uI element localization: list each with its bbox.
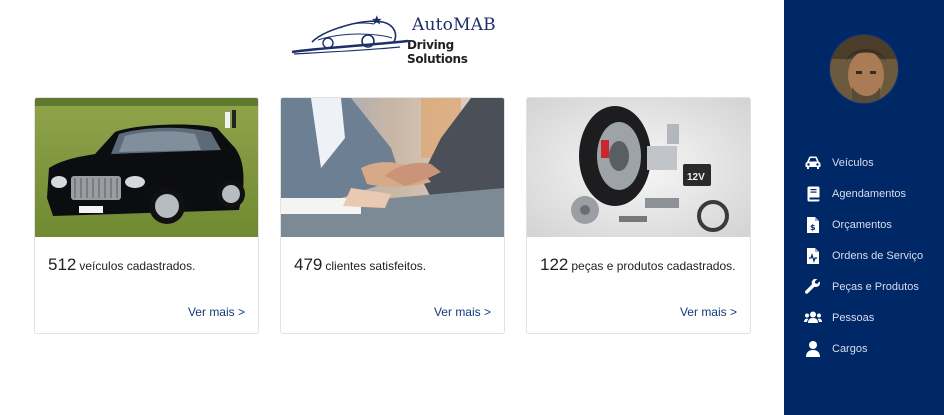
parts-count: 122	[540, 255, 569, 274]
automab-logo[interactable]: AutoMAB Driving Solutions	[290, 12, 505, 66]
user-icon	[804, 340, 822, 358]
brand-name: AutoMAB	[412, 15, 496, 35]
invoice-dollar-icon: $	[804, 216, 822, 234]
car-icon	[804, 154, 822, 172]
auto-parts-photo: 12V	[527, 98, 750, 237]
handshake-photo	[281, 98, 504, 237]
book-icon	[804, 185, 822, 203]
avatar[interactable]	[829, 34, 899, 104]
sidebar-item-orcamentos[interactable]: $ Orçamentos	[804, 209, 923, 240]
parts-ver-mais-link[interactable]: Ver mais >	[680, 305, 737, 319]
brand-tagline: Driving Solutions	[407, 38, 468, 66]
sidebar-item-pessoas[interactable]: Pessoas	[804, 302, 923, 333]
vehicles-stat: 512 veículos cadastrados.	[48, 255, 195, 275]
svg-text:12V: 12V	[687, 172, 705, 183]
sidebar-item-cargos[interactable]: Cargos	[804, 333, 923, 364]
card-parts: 12V 122 peças e produtos cadastrados. Ver…	[526, 97, 751, 334]
parts-stat: 122 peças e produtos cadastrados.	[540, 255, 735, 275]
car-photo	[35, 98, 258, 237]
sidebar-item-label: Pessoas	[832, 311, 875, 324]
clients-stat: 479 clientes satisfeitos.	[294, 255, 426, 275]
sidebar-item-label: Cargos	[832, 342, 868, 355]
sidebar-nav: Veículos Agendamentos $ Orçamentos Orden…	[804, 147, 923, 364]
clients-ver-mais-link[interactable]: Ver mais >	[434, 305, 491, 319]
wrench-icon	[804, 278, 822, 296]
sidebar-item-agendamentos[interactable]: Agendamentos	[804, 178, 923, 209]
parts-label: peças e produtos cadastrados.	[571, 259, 736, 273]
file-medical-icon	[804, 247, 822, 265]
svg-text:$: $	[810, 223, 816, 232]
vehicles-count: 512	[48, 255, 77, 274]
sidebar-item-label: Veículos	[832, 156, 874, 169]
vehicles-ver-mais-link[interactable]: Ver mais >	[188, 305, 245, 319]
sidebar-item-veiculos[interactable]: Veículos	[804, 147, 923, 178]
vehicles-label: veículos cadastrados.	[79, 259, 196, 273]
sidebar-item-pecas-e-produtos[interactable]: Peças e Produtos	[804, 271, 923, 302]
sidebar-item-label: Ordens de Serviço	[832, 249, 924, 262]
car-logo-icon	[291, 15, 409, 55]
sidebar-item-label: Peças e Produtos	[832, 280, 919, 293]
sidebar-item-label: Agendamentos	[832, 187, 906, 200]
sidebar-item-ordens-de-servico[interactable]: Ordens de Serviço	[804, 240, 923, 271]
card-vehicles: 512 veículos cadastrados. Ver mais >	[34, 97, 259, 334]
users-icon	[804, 309, 822, 327]
sidebar-item-label: Orçamentos	[832, 218, 892, 231]
clients-label: clientes satisfeitos.	[325, 259, 427, 273]
card-clients: 479 clientes satisfeitos. Ver mais >	[280, 97, 505, 334]
clients-count: 479	[294, 255, 323, 274]
sidebar: Veículos Agendamentos $ Orçamentos Orden…	[784, 0, 944, 415]
